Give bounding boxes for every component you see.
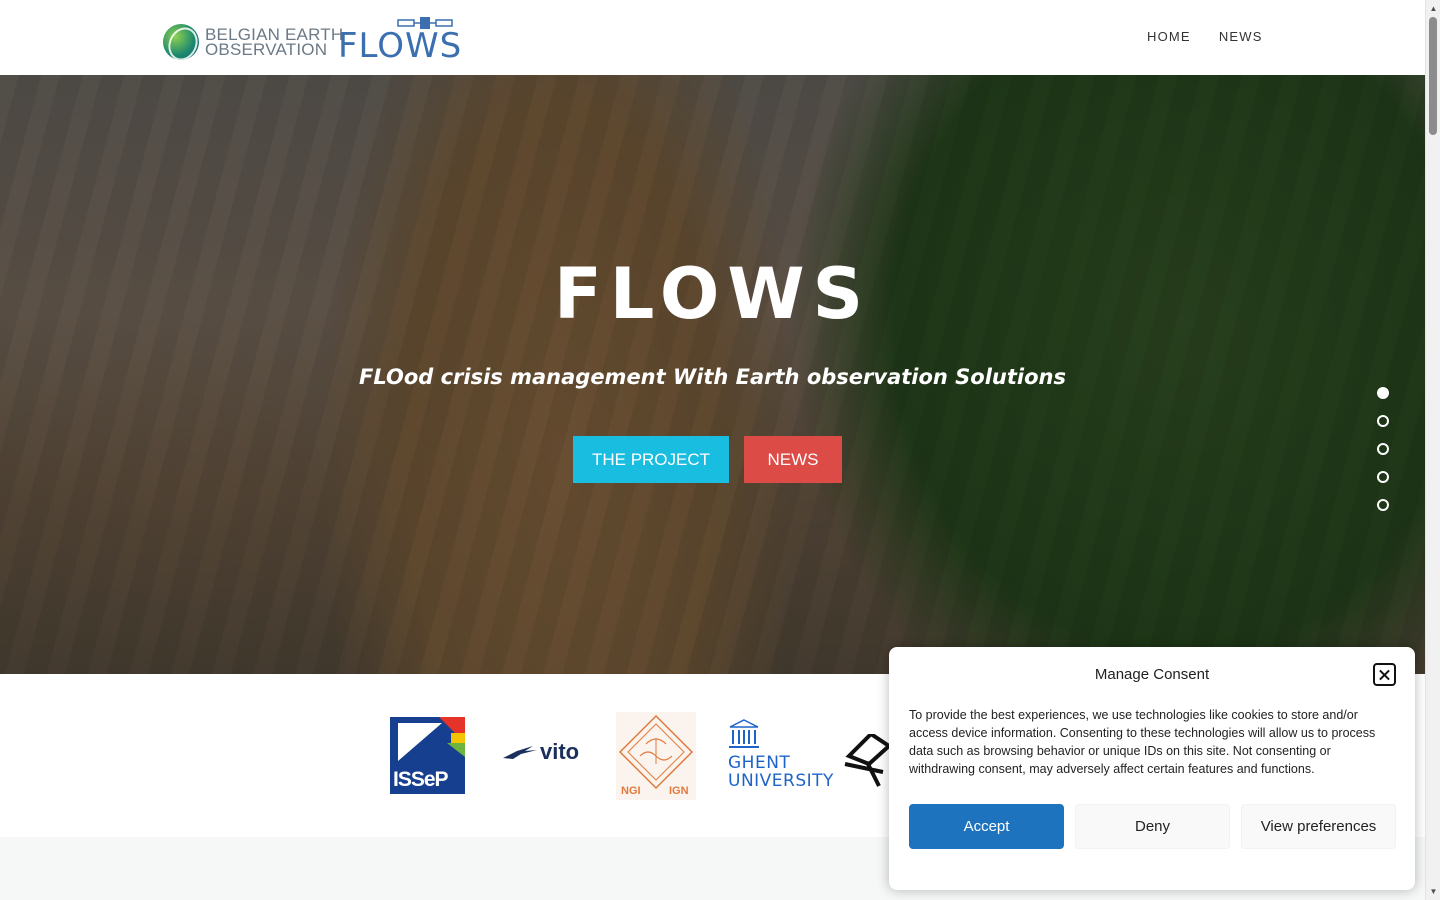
ign-label: IGN bbox=[669, 785, 689, 797]
slider-dot-1[interactable] bbox=[1377, 387, 1389, 399]
scroll-up-icon[interactable]: ▲ bbox=[1426, 4, 1440, 13]
ugent-line1: GHENT bbox=[728, 753, 791, 773]
ngi-label: NGI bbox=[621, 785, 641, 797]
site-header: BELGIAN EARTH OBSERVATION FLOWS HOME NEW… bbox=[0, 0, 1425, 75]
issep-shape-yellow bbox=[451, 733, 465, 743]
slider-dots bbox=[1377, 387, 1389, 511]
slider-dot-4[interactable] bbox=[1377, 471, 1389, 483]
nav-home[interactable]: HOME bbox=[1147, 29, 1191, 44]
the-project-button[interactable]: THE PROJECT bbox=[573, 436, 729, 483]
globe-icon bbox=[163, 24, 199, 60]
slider-dot-3[interactable] bbox=[1377, 443, 1389, 455]
scroll-down-icon[interactable]: ▼ bbox=[1426, 887, 1440, 896]
belgian-earth-observation-logo[interactable]: BELGIAN EARTH OBSERVATION bbox=[163, 24, 343, 60]
consent-message: To provide the best experiences, we use … bbox=[909, 708, 1376, 776]
hero-buttons: THE PROJECT NEWS bbox=[573, 436, 842, 483]
hero-slider: FLOWS FLOod crisis management With Earth… bbox=[0, 75, 1425, 674]
page-scrollbar[interactable]: ▲ ▼ bbox=[1425, 0, 1440, 900]
accept-button[interactable]: Accept bbox=[909, 804, 1064, 849]
dlr-emblem-icon bbox=[844, 731, 893, 787]
temple-icon bbox=[729, 719, 759, 748]
issep-logo-text: ISSeP bbox=[393, 768, 449, 791]
ugent-line2: UNIVERSITY bbox=[728, 771, 834, 791]
hero-subtitle: FLOod crisis management With Earth obser… bbox=[359, 365, 1066, 389]
hero-content: FLOWS FLOod crisis management With Earth… bbox=[0, 75, 1425, 674]
issep-logo[interactable]: ISSeP bbox=[390, 717, 465, 794]
flows-logo[interactable]: FLOWS bbox=[338, 14, 461, 66]
ghent-university-logo[interactable]: GHENT UNIVERSITY bbox=[728, 719, 834, 794]
scroll-thumb[interactable] bbox=[1429, 17, 1437, 135]
news-button[interactable]: NEWS bbox=[744, 436, 842, 483]
ngi-ign-logo[interactable]: NGI IGN bbox=[616, 712, 696, 800]
beo-logo-text: BELGIAN EARTH OBSERVATION bbox=[205, 26, 343, 59]
beo-logo-line2: OBSERVATION bbox=[205, 40, 328, 59]
vito-logo-text: vito bbox=[540, 739, 580, 764]
bird-icon bbox=[503, 746, 537, 759]
vito-logo[interactable]: vito bbox=[503, 739, 579, 765]
issep-shape bbox=[398, 723, 442, 761]
slider-dot-2[interactable] bbox=[1377, 415, 1389, 427]
consent-buttons: Accept Deny View preferences bbox=[909, 804, 1396, 849]
flows-logo-text: FLOWS bbox=[338, 26, 463, 66]
close-icon[interactable] bbox=[1373, 663, 1396, 686]
main-nav: HOME NEWS bbox=[1147, 29, 1263, 44]
nav-news[interactable]: NEWS bbox=[1219, 29, 1263, 44]
dlr-logo[interactable] bbox=[843, 731, 893, 790]
slider-dot-5[interactable] bbox=[1377, 499, 1389, 511]
deny-button[interactable]: Deny bbox=[1075, 804, 1230, 849]
issep-shape-green bbox=[447, 743, 465, 757]
consent-title: Manage Consent bbox=[1094, 666, 1210, 683]
hero-title: FLOWS bbox=[553, 253, 872, 335]
cookie-consent-dialog: Manage Consent To provide the best exper… bbox=[889, 647, 1415, 890]
view-preferences-button[interactable]: View preferences bbox=[1241, 804, 1396, 849]
